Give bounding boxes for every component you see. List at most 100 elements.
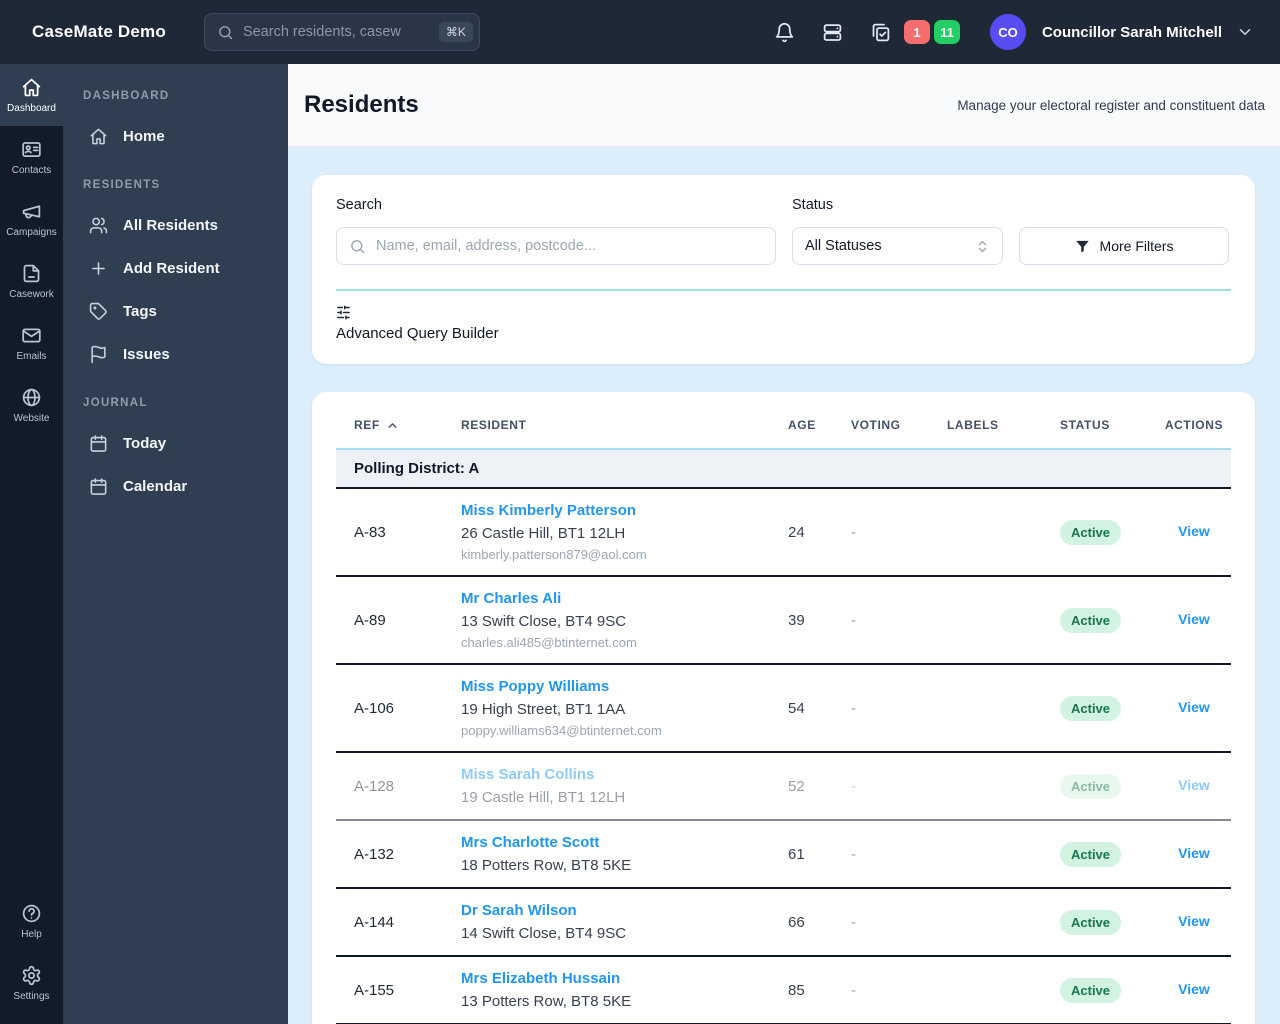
resident-cell: Mrs Elizabeth Hussain 13 Potters Row, BT8…	[461, 970, 788, 1010]
content: Search Status All Statuses	[288, 147, 1280, 1024]
more-filters-label: More Filters	[1099, 238, 1174, 254]
actions-cell: View	[1157, 981, 1231, 999]
view-link[interactable]: View	[1178, 777, 1210, 793]
column-header-resident[interactable]: RESIDENT	[461, 418, 788, 432]
sidebar-item-tags[interactable]: Tags	[83, 293, 268, 330]
resident-voting: -	[851, 699, 856, 717]
rail-item-casework[interactable]: Casework	[0, 250, 63, 312]
table-row: A-132 Mrs Charlotte Scott 18 Potters Row, …	[336, 821, 1231, 889]
rail-item-label: Contacts	[11, 164, 52, 176]
rail-spacer	[0, 436, 63, 890]
sidebar-section-title: DASHBOARD	[83, 90, 170, 102]
resident-ref: A-89	[354, 611, 386, 629]
status-select[interactable]: All Statuses	[792, 227, 1003, 265]
rail-item-settings[interactable]: Settings	[0, 952, 63, 1014]
rail-item-dashboard[interactable]: Dashboard	[0, 64, 63, 126]
column-header-age[interactable]: AGE	[788, 418, 851, 432]
polling-district-group-row: Polling District: A	[336, 450, 1231, 489]
sidebar-item-all-residents[interactable]: All Residents	[83, 207, 268, 244]
resident-name-link[interactable]: Mr Charles Ali	[461, 590, 561, 607]
global-search-input[interactable]	[242, 24, 430, 40]
resident-address: 19 High Street, BT1 1AA	[461, 701, 626, 718]
rail-item-label: Website	[13, 412, 50, 424]
resident-voting: -	[851, 913, 856, 931]
sidebar: DASHBOARD Home RESIDENTS All Residents Add R…	[63, 64, 288, 1024]
global-search[interactable]: ⌘K	[203, 13, 480, 51]
resident-name-link[interactable]: Mrs Elizabeth Hussain	[461, 970, 620, 987]
resident-name-link[interactable]: Miss Sarah Collins	[461, 766, 594, 783]
sidebar-item-calendar[interactable]: Calendar	[83, 468, 268, 505]
resident-name-link[interactable]: Mrs Charlotte Scott	[461, 834, 599, 851]
bell-icon[interactable]	[774, 21, 796, 43]
table-row: A-144 Dr Sarah Wilson 14 Swift Close, BT4 …	[336, 889, 1231, 957]
column-header-voting[interactable]: VOTING	[851, 418, 947, 432]
resident-ref: A-144	[354, 913, 395, 931]
status-badge: Active	[1060, 607, 1122, 633]
view-link[interactable]: View	[1178, 523, 1210, 539]
resident-email: charles.ali485@btinternet.com	[461, 635, 637, 650]
calendar-icon	[90, 435, 107, 452]
sidebar-item-add-resident[interactable]: Add Resident	[83, 250, 268, 287]
more-filters-button[interactable]: More Filters	[1019, 227, 1229, 265]
help-icon	[22, 904, 41, 922]
resident-name-link[interactable]: Dr Sarah Wilson	[461, 902, 577, 919]
app-window: CaseMate Demo ⌘K 1 11 CO Councillor Sara…	[0, 0, 1280, 1024]
table-header-row: REF RESIDENT AGE VOTING LABELS STATUS AC…	[336, 418, 1231, 450]
resident-ref: A-132	[354, 845, 395, 863]
sidebar-item-home[interactable]: Home	[83, 118, 268, 155]
resident-age: 39	[788, 611, 805, 629]
resident-ref: A-155	[354, 981, 395, 999]
view-link[interactable]: View	[1178, 981, 1210, 997]
view-link[interactable]: View	[1178, 913, 1210, 929]
rail-item-contacts[interactable]: Contacts	[0, 126, 63, 188]
resident-search-input[interactable]	[376, 238, 763, 254]
resident-address: 18 Potters Row, BT8 5KE	[461, 857, 632, 874]
chevron-down-icon[interactable]	[1236, 23, 1254, 41]
status-cell: Active	[1060, 841, 1157, 867]
advanced-query-builder-button[interactable]: Advanced Query Builder	[336, 305, 499, 342]
rail-item-campaigns[interactable]: Campaigns	[0, 188, 63, 250]
server-icon[interactable]	[822, 21, 844, 43]
sidebar-section-title: RESIDENTS	[83, 179, 161, 191]
sidebar-item-label: Add Resident	[123, 260, 220, 277]
flag-icon	[91, 345, 106, 364]
table-row: A-155 Mrs Elizabeth Hussain 13 Potters Row…	[336, 957, 1231, 1024]
column-header-status[interactable]: STATUS	[1060, 418, 1157, 432]
column-header-actions[interactable]: ACTIONS	[1157, 418, 1231, 432]
column-header-ref[interactable]: REF	[336, 418, 461, 432]
view-link[interactable]: View	[1178, 611, 1210, 627]
status-cell: Active	[1060, 695, 1157, 721]
resident-cell: Miss Poppy Williams 19 High Street, BT1 1…	[461, 678, 788, 738]
column-header-labels[interactable]: LABELS	[947, 418, 1060, 432]
resident-search-field[interactable]	[336, 227, 776, 265]
resident-name-link[interactable]: Miss Kimberly Patterson	[461, 502, 636, 519]
resident-age: 24	[788, 523, 805, 541]
clipboard-check-icon[interactable]	[870, 21, 892, 43]
status-label: Status	[792, 197, 834, 213]
topbar-actions: 1 11 CO Councillor Sarah Mitchell	[748, 14, 1254, 50]
resident-cell: Mr Charles Ali 13 Swift Close, BT4 9SC cha…	[461, 590, 788, 650]
sidebar-item-today[interactable]: Today	[83, 425, 268, 462]
rail-item-help[interactable]: Help	[0, 890, 63, 952]
resident-address: 13 Swift Close, BT4 9SC	[461, 613, 627, 630]
resident-email: poppy.williams634@btinternet.com	[461, 723, 662, 738]
red-count-badge[interactable]: 1	[903, 20, 930, 44]
green-count-badge[interactable]: 11	[933, 20, 960, 44]
plus-icon	[92, 262, 105, 275]
filter-divider	[336, 289, 1231, 291]
view-link[interactable]: View	[1178, 699, 1210, 715]
resident-address: 19 Castle Hill, BT1 12LH	[461, 789, 626, 806]
rail-item-emails[interactable]: Emails	[0, 312, 63, 374]
view-link[interactable]: View	[1178, 845, 1210, 861]
status-badge: Active	[1060, 841, 1122, 867]
advanced-query-builder-label: Advanced Query Builder	[336, 325, 499, 342]
resident-name-link[interactable]: Miss Poppy Williams	[461, 678, 609, 695]
megaphone-icon	[22, 204, 41, 218]
status-cell: Active	[1060, 773, 1157, 799]
rail-item-website[interactable]: Website	[0, 374, 63, 436]
sidebar-section-journal: JOURNAL Today Calendar	[83, 397, 268, 505]
sidebar-item-issues[interactable]: Issues	[83, 336, 268, 373]
user-avatar[interactable]: CO	[989, 14, 1026, 50]
table-row: A-89 Mr Charles Ali 13 Swift Close, BT4 9S…	[336, 577, 1231, 665]
resident-ref: A-106	[354, 699, 395, 717]
